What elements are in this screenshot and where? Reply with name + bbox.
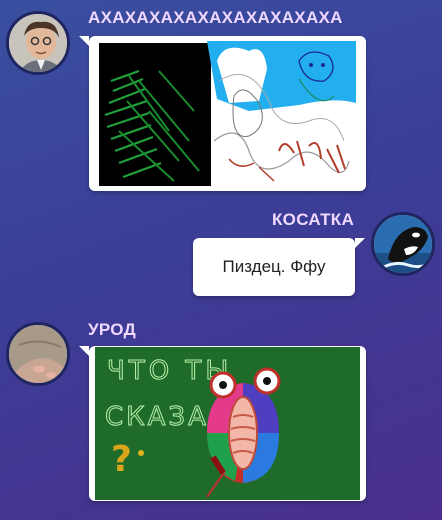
avatar[interactable]	[371, 212, 435, 276]
drawing-image[interactable]	[99, 41, 356, 186]
hand-photo-icon	[9, 325, 67, 383]
drawing-text: ?	[111, 439, 132, 480]
message-author: УРОД	[88, 320, 136, 339]
message-text: Пиздец. Ффу	[222, 257, 326, 276]
message-bubble[interactable]: ЧТО ТЫ СКАЗАЛ ?	[79, 346, 366, 501]
message-bubble[interactable]: Пиздец. Ффу	[193, 238, 365, 296]
message-bubble[interactable]	[79, 36, 366, 191]
avatar[interactable]	[6, 11, 70, 75]
orca-icon	[374, 215, 432, 273]
drawing-image[interactable]: ЧТО ТЫ СКАЗАЛ ?	[95, 347, 360, 500]
message-author: КОСАТКА	[272, 210, 355, 229]
message-author: АХАХАХАХАХАХАХАХАХАХА	[88, 8, 343, 27]
man-portrait-icon	[9, 14, 67, 72]
avatar[interactable]	[6, 322, 70, 386]
